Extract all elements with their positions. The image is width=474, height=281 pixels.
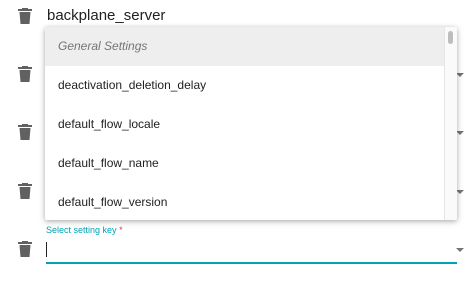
- required-asterisk: *: [119, 225, 123, 235]
- dropdown-arrow-icon[interactable]: [456, 190, 464, 194]
- setting-key-input[interactable]: [46, 238, 457, 264]
- delete-icon[interactable]: [18, 124, 32, 140]
- dropdown-option-label: default_flow_name: [58, 156, 159, 170]
- setting-key-dropdown-menu[interactable]: General Settings deactivation_deletion_d…: [45, 27, 457, 220]
- dropdown-scrollbar[interactable]: [444, 27, 457, 220]
- setting-key-label-text: Select setting key: [46, 225, 117, 235]
- delete-icon[interactable]: [18, 183, 32, 199]
- setting-key-value[interactable]: backplane_server: [47, 6, 165, 26]
- dropdown-arrow-icon[interactable]: [456, 131, 464, 135]
- option-group-label: General Settings: [58, 39, 148, 53]
- option-group-header: General Settings: [45, 27, 445, 66]
- delete-icon[interactable]: [18, 8, 32, 24]
- scrollbar-thumb[interactable]: [448, 31, 453, 44]
- dropdown-option-label: default_flow_locale: [58, 117, 161, 131]
- dropdown-option[interactable]: deactivation_deletion_delay: [45, 66, 445, 105]
- delete-icon[interactable]: [18, 241, 32, 257]
- dropdown-option[interactable]: default_flow_version: [45, 183, 445, 220]
- dropdown-option-label: default_flow_version: [58, 195, 168, 209]
- dropdown-arrow-icon[interactable]: [456, 73, 464, 77]
- dropdown-option[interactable]: default_flow_name: [45, 144, 445, 183]
- dropdown-arrow-icon[interactable]: [456, 248, 464, 252]
- dropdown-option[interactable]: default_flow_locale: [45, 105, 445, 144]
- delete-icon[interactable]: [18, 66, 32, 82]
- text-cursor: [46, 242, 47, 257]
- setting-key-field-label: Select setting key *: [46, 225, 123, 235]
- dropdown-option-label: deactivation_deletion_delay: [58, 78, 207, 92]
